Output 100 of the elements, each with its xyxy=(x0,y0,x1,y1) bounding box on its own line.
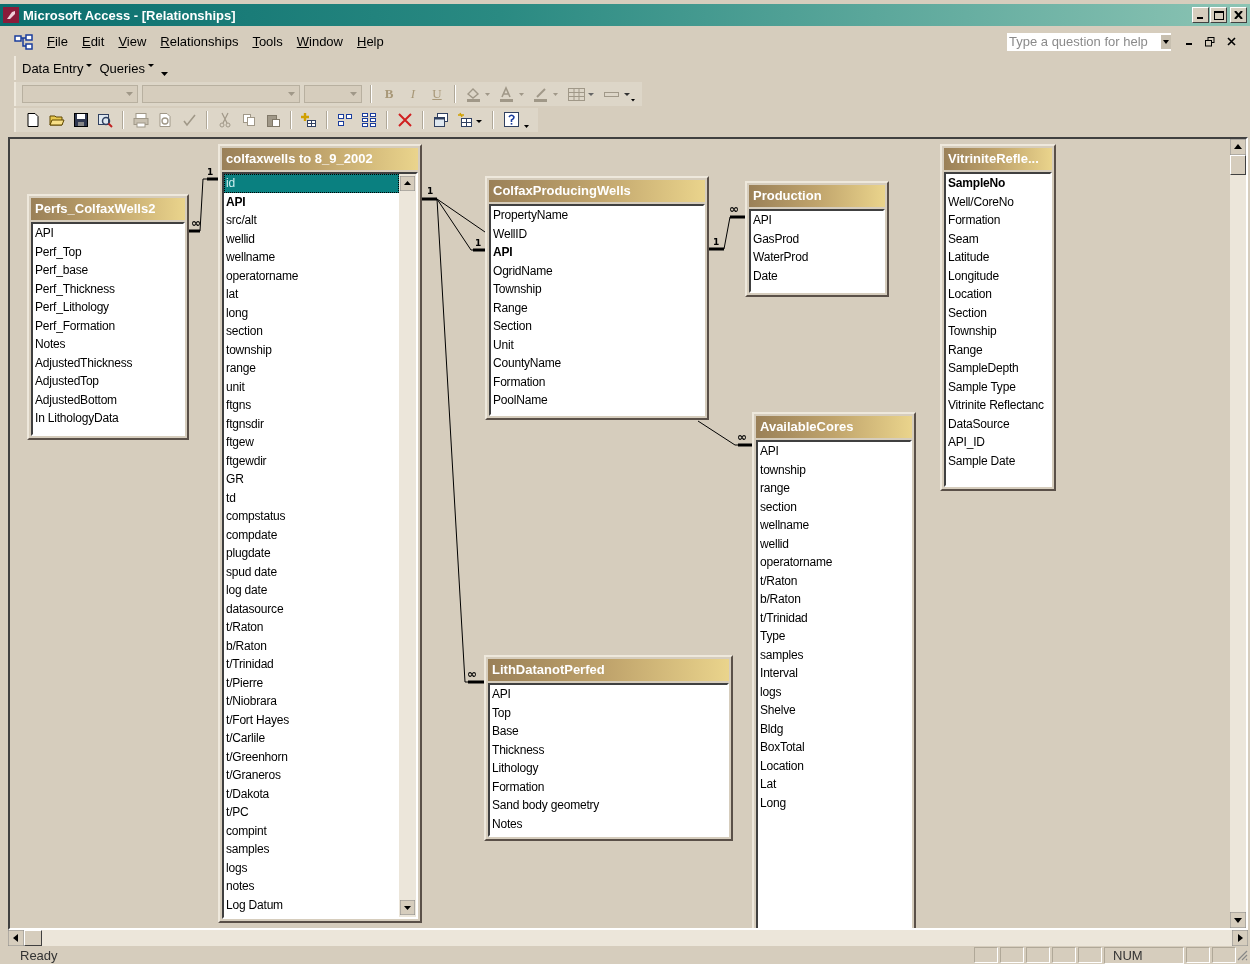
field-name[interactable]: Bldg xyxy=(758,719,910,738)
field-name[interactable]: operatorname xyxy=(224,266,399,285)
field-name[interactable]: BoxTotal xyxy=(758,738,910,757)
field-name[interactable]: API xyxy=(491,243,703,262)
field-name[interactable]: Section xyxy=(946,303,1050,322)
print-preview-icon[interactable] xyxy=(157,112,173,128)
field-name[interactable]: t/Fort Hayes xyxy=(224,710,399,729)
table-window[interactable]: VitriniteRefle... SampleNo Well/CoreNo Formation Seam Latitude Longitude Location Section Township Range SampleDepth Sample Type Vitrinite Reflectanc DataSource API_ID Sample Date xyxy=(940,144,1056,491)
field-name[interactable]: DataSource xyxy=(946,414,1050,433)
scroll-up-icon[interactable] xyxy=(400,176,415,191)
field-name[interactable]: CountyName xyxy=(491,354,703,373)
field-name[interactable]: API_ID xyxy=(946,433,1050,452)
field-name[interactable]: ftgnsdir xyxy=(224,414,399,433)
field-name[interactable]: t/Trinidad xyxy=(224,655,399,674)
close-button[interactable] xyxy=(1230,7,1247,23)
field-name[interactable]: Location xyxy=(946,285,1050,304)
field-name[interactable]: range xyxy=(224,359,399,378)
field-name[interactable]: t/Pierre xyxy=(224,673,399,692)
field-name[interactable]: Perf_base xyxy=(33,261,183,280)
field-name[interactable]: wellname xyxy=(224,248,399,267)
scroll-up-icon[interactable] xyxy=(1230,139,1246,155)
field-name[interactable]: t/Dakota xyxy=(224,784,399,803)
scroll-right-icon[interactable] xyxy=(1232,930,1248,946)
relationship-line[interactable] xyxy=(188,177,219,233)
field-name[interactable]: Latitude xyxy=(946,248,1050,267)
new-file-icon[interactable] xyxy=(25,112,41,128)
dropdown-field[interactable] xyxy=(22,85,138,103)
field-name[interactable]: log date xyxy=(224,581,399,600)
menu-item[interactable]: Window xyxy=(289,34,350,49)
menu-item[interactable]: Edit xyxy=(74,34,112,49)
field-name[interactable]: AdjustedThickness xyxy=(33,353,183,372)
field-name[interactable]: Thickness xyxy=(490,740,727,759)
field-name[interactable]: wellname xyxy=(758,516,910,535)
field-name[interactable]: Formation xyxy=(946,211,1050,230)
field-name[interactable]: Log Datum xyxy=(224,895,399,914)
field-name[interactable]: t/Graneros xyxy=(224,766,399,785)
field-name[interactable]: PropertyName xyxy=(491,206,703,225)
field-name[interactable]: Perf_Thickness xyxy=(33,279,183,298)
fill-color-icon[interactable] xyxy=(465,86,491,102)
field-name[interactable]: Notes xyxy=(490,814,727,833)
field-name[interactable]: compdate xyxy=(224,525,399,544)
field-name[interactable]: AdjustedBottom xyxy=(33,390,183,409)
scroll-left-icon[interactable] xyxy=(8,930,24,946)
field-name[interactable]: OgridName xyxy=(491,261,703,280)
field-name[interactable]: Sample Type xyxy=(946,377,1050,396)
field-name[interactable]: section xyxy=(224,322,399,341)
field-name[interactable]: id xyxy=(224,174,399,193)
field-name[interactable]: Base xyxy=(490,722,727,741)
field-name[interactable]: t/Raton xyxy=(758,571,910,590)
save-icon[interactable] xyxy=(73,112,89,128)
relationship-line[interactable] xyxy=(436,198,485,684)
field-name[interactable]: ftgns xyxy=(224,396,399,415)
field-name[interactable]: samples xyxy=(224,840,399,859)
field-name[interactable]: unit xyxy=(224,377,399,396)
field-name[interactable]: Perf_Top xyxy=(33,242,183,261)
table-window[interactable]: AvailableCores API township range section wellname wellid operatorname t/Raton b/Raton t/Trinidad Type samples Interval logs Shelve Bldg BoxTotal Location Lat Long xyxy=(752,412,916,928)
table-window[interactable]: Production API GasProd WaterProd Date xyxy=(745,181,889,297)
field-name[interactable]: SampleDepth xyxy=(946,359,1050,378)
field-name[interactable]: township xyxy=(224,340,399,359)
relationship-line[interactable] xyxy=(708,215,746,251)
folder-icon[interactable] xyxy=(49,112,65,128)
field-name[interactable]: logs xyxy=(758,682,910,701)
field-name[interactable]: wellid xyxy=(224,229,399,248)
menu-item[interactable]: Relationships xyxy=(153,34,246,49)
field-name[interactable]: API xyxy=(751,211,883,230)
field-name[interactable]: API xyxy=(224,192,399,211)
field-name[interactable]: SampleNo xyxy=(946,174,1050,193)
field-name[interactable]: Type xyxy=(758,627,910,646)
field-name[interactable]: t/Trinidad xyxy=(758,608,910,627)
dropdown-field[interactable] xyxy=(304,85,362,103)
windows-icon[interactable] xyxy=(433,112,449,128)
field-name[interactable]: Perf_Formation xyxy=(33,316,183,335)
relationship-line[interactable] xyxy=(697,420,753,447)
table-window[interactable]: ColfaxProducingWells PropertyName WellID API OgridName Township Range Section Unit CountyName Formation PoolName xyxy=(485,176,709,420)
restore-icon[interactable] xyxy=(1205,36,1215,47)
menu-item[interactable]: Tools xyxy=(245,34,290,49)
field-name[interactable]: Sample Date xyxy=(946,451,1050,470)
field-name[interactable]: PoolName xyxy=(491,391,703,410)
show-table-icon[interactable] xyxy=(337,112,353,128)
scrollbar[interactable] xyxy=(8,930,1248,946)
field-name[interactable]: t/Raton xyxy=(224,618,399,637)
maximize-button[interactable] xyxy=(1210,7,1227,23)
field-name[interactable]: t/Greenhorn xyxy=(224,747,399,766)
field-name[interactable]: Well/CoreNo xyxy=(946,192,1050,211)
field-name[interactable]: GR xyxy=(224,470,399,489)
search-icon[interactable] xyxy=(97,112,113,128)
field-name[interactable]: township xyxy=(758,460,910,479)
field-name[interactable]: Lithology xyxy=(490,759,727,778)
field-name[interactable]: t/Carlile xyxy=(224,729,399,748)
help-search-field[interactable]: Type a question for help xyxy=(1007,32,1171,51)
delete-icon[interactable] xyxy=(397,112,413,128)
field-name[interactable]: Range xyxy=(946,340,1050,359)
field-name[interactable]: plugdate xyxy=(224,544,399,563)
field-name[interactable]: In LithologyData xyxy=(33,409,183,428)
field-name[interactable]: Formation xyxy=(490,777,727,796)
field-name[interactable]: Top xyxy=(490,703,727,722)
field-name[interactable]: operatorname xyxy=(758,553,910,572)
field-name[interactable]: t/Niobrara xyxy=(224,692,399,711)
spell-check-icon[interactable] xyxy=(181,112,197,128)
add-table-icon[interactable] xyxy=(301,112,317,128)
